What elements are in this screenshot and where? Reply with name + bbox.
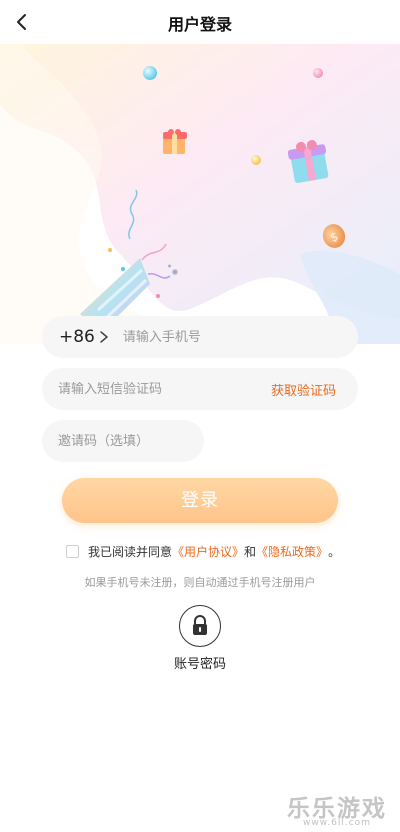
user-agreement-link[interactable]: 《用户协议》	[172, 543, 244, 560]
watermark: 乐乐游戏 www.6ll.com	[278, 790, 396, 828]
login-button[interactable]: 登录	[62, 478, 338, 523]
watermark-url: www.6ll.com	[303, 818, 371, 828]
get-code-button[interactable]: 获取验证码	[271, 380, 336, 399]
agreement-row: 我已阅读并同意 《用户协议》 和 《隐私政策》 。	[66, 542, 340, 560]
invite-code-field	[42, 420, 204, 462]
phone-input[interactable]	[122, 329, 323, 345]
phone-field: +86	[42, 316, 358, 358]
agreement-checkbox[interactable]	[66, 544, 79, 558]
privacy-policy-link[interactable]: 《隐私政策》	[256, 543, 328, 560]
password-login-label: 账号密码	[173, 657, 226, 672]
sms-code-field: 获取验证码	[42, 368, 358, 410]
header: 用户登录	[0, 0, 400, 44]
agreement-suffix: 。	[328, 544, 341, 559]
agreement-prefix: 我已阅读并同意	[88, 544, 173, 559]
country-code-selector[interactable]: +86	[59, 327, 109, 347]
password-login-button[interactable]: 账号密码	[162, 605, 238, 673]
lock-icon	[179, 605, 221, 647]
invite-code-input[interactable]	[58, 433, 188, 449]
chevron-right-icon	[99, 330, 109, 344]
country-code: +86	[59, 327, 95, 347]
sms-code-input[interactable]	[58, 381, 258, 397]
register-hint: 如果手机号未注册，则自动通过手机号注册用户	[84, 576, 316, 589]
page-title: 用户登录	[167, 15, 232, 34]
hero-illustration: $	[0, 44, 400, 344]
agreement-and: 和	[244, 544, 257, 559]
